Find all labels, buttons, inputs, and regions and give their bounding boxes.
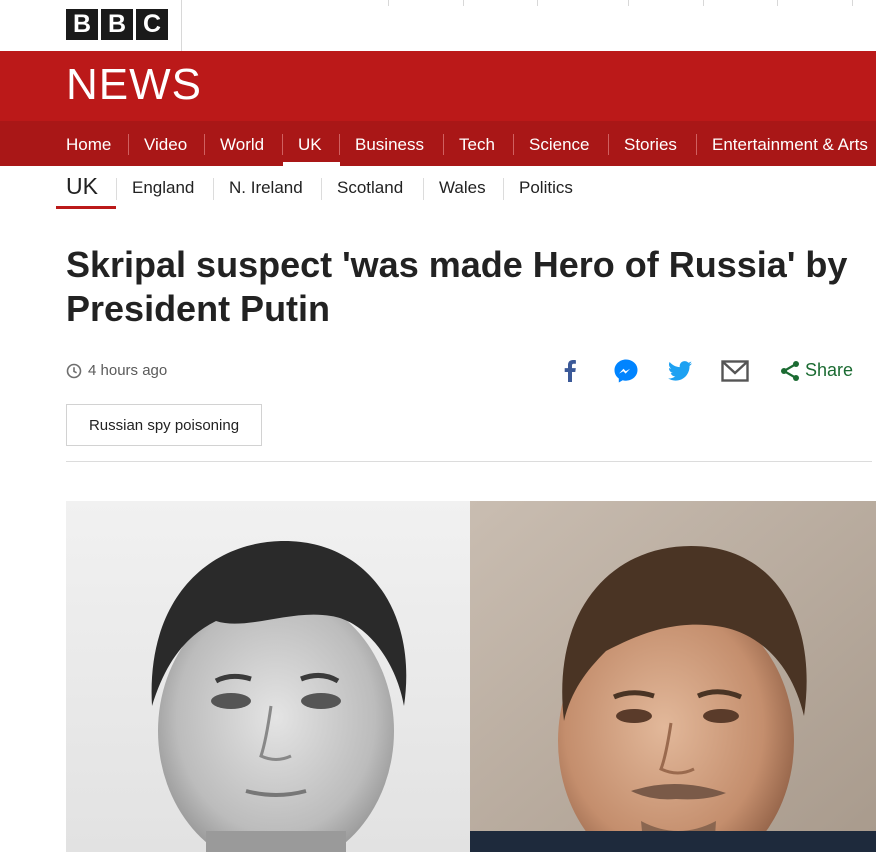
nav-separator — [282, 134, 283, 155]
facebook-icon — [564, 360, 576, 382]
sub-nav-item-politics[interactable]: Politics — [519, 178, 573, 198]
nav-item-home[interactable]: Home — [66, 121, 111, 166]
sub-nav-item-scotland[interactable]: Scotland — [337, 178, 403, 198]
bbc-logo-letter-2: B — [101, 9, 133, 40]
top-divider — [463, 0, 464, 6]
article-timestamp: 4 hours ago — [66, 362, 167, 379]
email-share-button[interactable] — [720, 356, 750, 386]
top-divider — [537, 0, 538, 6]
nav-item-uk[interactable]: UK — [298, 121, 322, 166]
nav-separator — [443, 134, 444, 155]
nav-separator — [339, 134, 340, 155]
divider-rule — [66, 461, 872, 462]
share-button[interactable] — [775, 356, 805, 386]
top-divider — [628, 0, 629, 6]
nav-item-entertainment-arts[interactable]: Entertainment & Arts — [712, 121, 868, 166]
nav-separator — [204, 134, 205, 155]
bbc-top-bar: B B C — [0, 0, 876, 51]
timestamp-text: 4 hours ago — [88, 362, 168, 379]
suspect-photos — [66, 501, 876, 852]
sub-nav-item-n-ireland[interactable]: N. Ireland — [229, 178, 303, 198]
right-portrait — [470, 501, 876, 852]
nav-separator — [513, 134, 514, 155]
bbc-logo-letter-1: B — [66, 9, 98, 40]
messenger-icon — [614, 359, 638, 383]
news-banner: NEWS — [0, 51, 876, 121]
nav-item-science[interactable]: Science — [529, 121, 589, 166]
top-divider — [703, 0, 704, 6]
sub-nav-separator — [321, 178, 322, 200]
top-divider — [388, 0, 389, 6]
top-divider — [852, 0, 853, 6]
top-divider — [777, 0, 778, 6]
share-icon — [781, 361, 799, 381]
nav-item-world[interactable]: World — [220, 121, 264, 166]
main-navigation: Home Video World UK Business Tech Scienc… — [0, 121, 876, 166]
facebook-share-button[interactable] — [555, 356, 585, 386]
article-headline: Skripal suspect 'was made Hero of Russia… — [66, 244, 848, 329]
sub-nav-separator — [213, 178, 214, 200]
sub-navigation: UK England N. Ireland Scotland Wales Pol… — [0, 166, 876, 214]
twitter-icon — [668, 361, 692, 381]
topic-tag[interactable]: Russian spy poisoning — [66, 404, 262, 446]
bbc-logo-letter-3: C — [136, 9, 168, 40]
sub-nav-current-uk[interactable]: UK — [66, 173, 98, 200]
sub-nav-separator — [503, 178, 504, 200]
nav-separator — [128, 134, 129, 155]
left-portrait — [66, 501, 470, 852]
nav-item-stories[interactable]: Stories — [624, 121, 677, 166]
nav-item-video[interactable]: Video — [144, 121, 187, 166]
nav-item-business[interactable]: Business — [355, 121, 424, 166]
share-label[interactable]: Share — [805, 360, 853, 381]
nav-separator — [608, 134, 609, 155]
sub-nav-separator — [423, 178, 424, 200]
twitter-share-button[interactable] — [665, 356, 695, 386]
news-logo[interactable]: NEWS — [66, 63, 202, 107]
bbc-logo[interactable]: B B C — [66, 9, 168, 40]
sub-nav-separator — [116, 178, 117, 200]
article-hero-image — [66, 501, 876, 852]
messenger-share-button[interactable] — [611, 356, 641, 386]
nav-separator — [696, 134, 697, 155]
clock-icon — [66, 363, 82, 378]
sub-nav-active-indicator — [56, 206, 116, 209]
nav-item-tech[interactable]: Tech — [459, 121, 495, 166]
email-icon — [721, 360, 749, 382]
sub-nav-item-england[interactable]: England — [132, 178, 194, 198]
sub-nav-item-wales[interactable]: Wales — [439, 178, 486, 198]
top-divider — [181, 0, 182, 51]
